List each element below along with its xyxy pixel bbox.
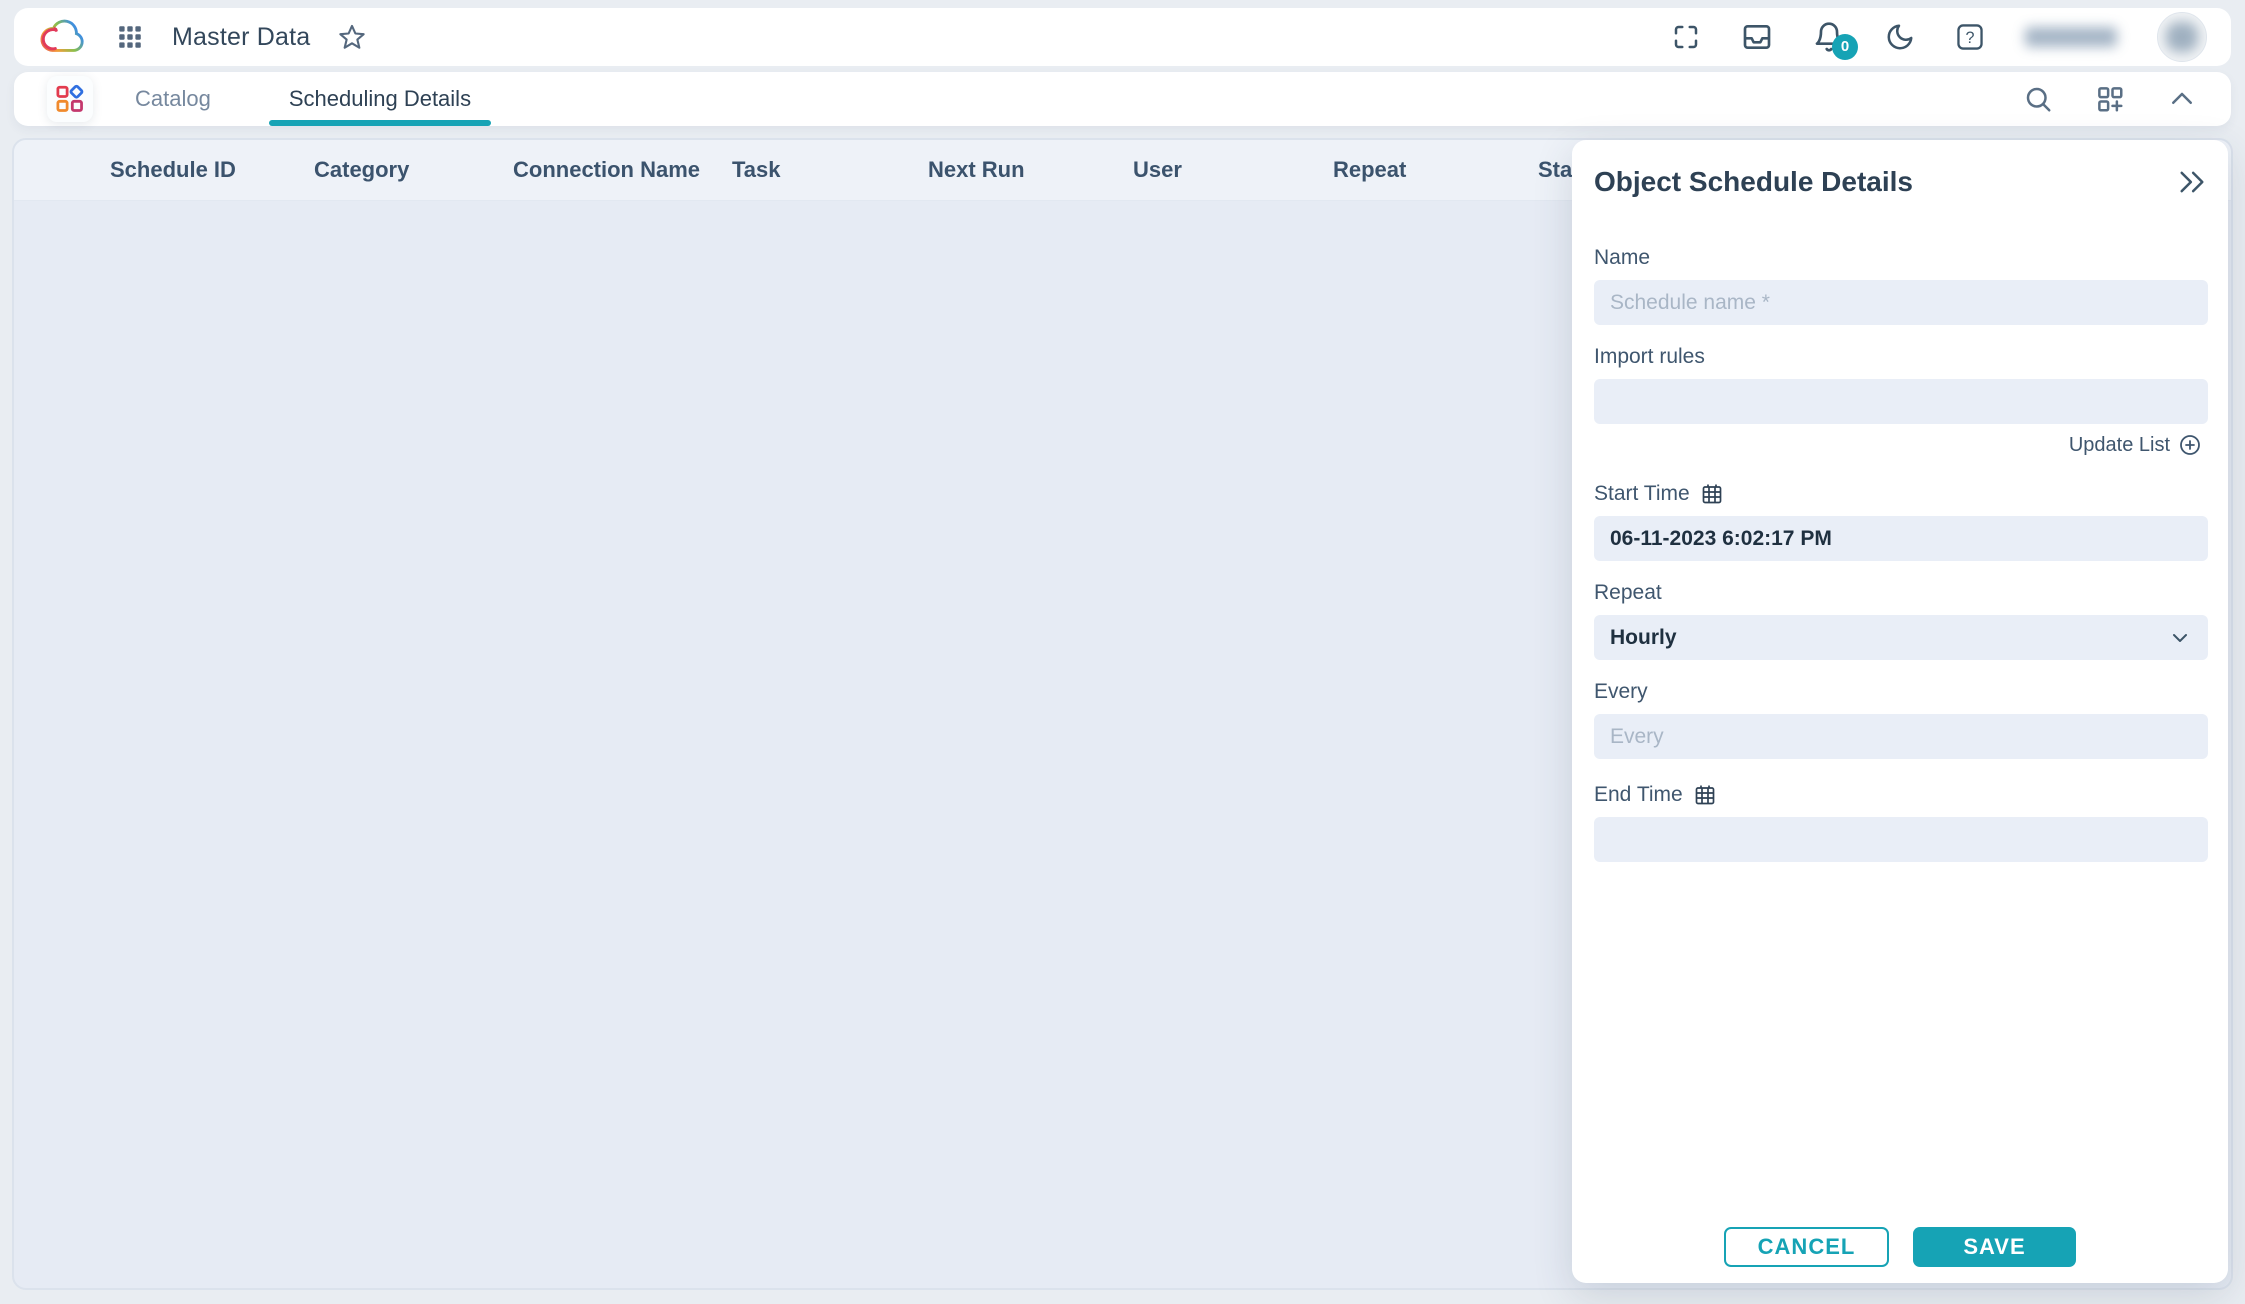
column-header-schedule-id: Schedule ID: [110, 140, 236, 200]
import-rules-label: Import rules: [1594, 345, 2208, 369]
save-button[interactable]: SAVE: [1913, 1227, 2076, 1267]
repeat-selected-value: Hourly: [1610, 626, 1677, 650]
start-time-label-text: Start Time: [1594, 482, 1690, 506]
column-header-category: Category: [314, 140, 409, 200]
end-time-label: End Time: [1594, 783, 2208, 807]
cancel-button[interactable]: CANCEL: [1724, 1227, 1889, 1267]
tab-bar: Catalog Scheduling Details: [14, 72, 2231, 126]
object-schedule-details-panel: Object Schedule Details Name Import rule…: [1572, 140, 2228, 1283]
panel-header: Object Schedule Details: [1594, 166, 2208, 198]
name-label: Name: [1594, 246, 2208, 270]
update-list-button[interactable]: Update List: [1594, 432, 2208, 458]
brand-logo-icon[interactable]: [38, 15, 88, 59]
help-icon[interactable]: ?: [1955, 22, 1985, 52]
fullscreen-icon[interactable]: [1671, 22, 1701, 52]
notifications-bell-icon[interactable]: 0: [1813, 21, 1845, 53]
column-header-user: User: [1133, 140, 1182, 200]
tab-bar-actions: [2023, 84, 2197, 114]
page-title: Master Data: [172, 23, 310, 52]
tab-scheduling-details[interactable]: Scheduling Details: [283, 72, 477, 126]
collapse-tabbar-chevron-up-icon[interactable]: [2167, 84, 2197, 114]
name-input[interactable]: [1594, 280, 2208, 325]
avatar-blurred-photo: [2166, 22, 2198, 52]
search-icon[interactable]: [2023, 84, 2053, 114]
tab-catalog-label: Catalog: [135, 86, 211, 112]
add-widget-icon[interactable]: [2095, 84, 2125, 114]
end-time-input[interactable]: [1594, 817, 2208, 862]
panel-title: Object Schedule Details: [1594, 166, 1913, 198]
collapse-panel-chevrons-right-icon[interactable]: [2176, 166, 2208, 198]
column-header-repeat: Repeat: [1333, 140, 1406, 200]
top-header: Master Data: [14, 8, 2231, 66]
every-input[interactable]: [1594, 714, 2208, 759]
calendar-icon[interactable]: [1693, 783, 1717, 807]
top-header-left: Master Data: [38, 15, 366, 59]
user-avatar[interactable]: [2157, 12, 2207, 62]
notification-badge: 0: [1832, 34, 1858, 60]
calendar-icon[interactable]: [1700, 482, 1724, 506]
column-header-task: Task: [732, 140, 781, 200]
app-launcher-icon[interactable]: [116, 23, 144, 51]
update-list-label: Update List: [2069, 434, 2170, 457]
dark-mode-moon-icon[interactable]: [1885, 22, 1915, 52]
favorite-star-icon[interactable]: [338, 23, 366, 51]
tab-scheduling-details-label: Scheduling Details: [289, 86, 471, 112]
app-window: Master Data: [0, 0, 2245, 1304]
start-time-label: Start Time: [1594, 482, 2208, 506]
column-header-next-run: Next Run: [928, 140, 1025, 200]
repeat-select[interactable]: Hourly: [1594, 615, 2208, 660]
chevron-down-icon: [2168, 626, 2192, 650]
end-time-label-text: End Time: [1594, 783, 1683, 807]
module-tile-icon[interactable]: [47, 76, 93, 122]
inbox-icon[interactable]: [1741, 21, 1773, 53]
tab-catalog[interactable]: Catalog: [129, 72, 217, 126]
active-tab-underline: [269, 120, 491, 126]
import-rules-input[interactable]: [1594, 379, 2208, 424]
top-header-right: 0 ?: [1671, 12, 2207, 62]
panel-actions: CANCEL SAVE: [1572, 1227, 2228, 1267]
start-time-input[interactable]: [1594, 516, 2208, 561]
every-label: Every: [1594, 680, 2208, 704]
svg-text:?: ?: [1966, 29, 1975, 47]
user-name-blurred[interactable]: [2025, 27, 2117, 47]
column-header-connection-name: Connection Name: [513, 140, 700, 200]
plus-circle-icon: [2178, 433, 2202, 457]
repeat-label: Repeat: [1594, 581, 2208, 605]
